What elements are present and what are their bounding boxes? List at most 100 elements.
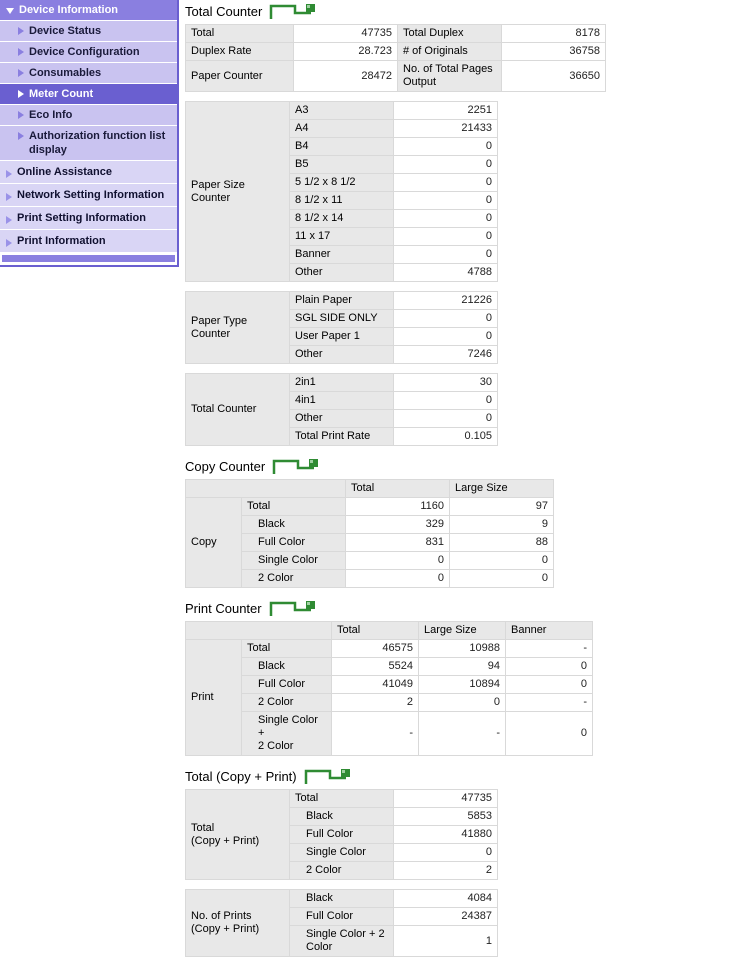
cell-value: 0 <box>393 137 498 156</box>
cell-value: 0 <box>505 675 593 694</box>
cell-value: 0 <box>505 711 593 756</box>
cell-label: Total Duplex <box>397 24 502 43</box>
cell-label: 11 x 17 <box>289 227 394 246</box>
table-row: Black 329 9 <box>186 515 554 534</box>
section-title: Copy Counter <box>185 458 266 474</box>
print-counter-table: Total Large Size Banner Print Total 46575 109… <box>185 621 593 756</box>
table-row: Paper Size Counter A3 2251 <box>185 101 498 282</box>
row-header-label: Total Counter <box>185 373 290 446</box>
sidebar-item-label: Network Setting Information <box>17 189 165 201</box>
cell-value: 97 <box>449 497 554 516</box>
column-header: Total <box>345 479 450 498</box>
cell-value: 0 <box>393 843 498 862</box>
section-title: Total (Copy + Print) <box>185 768 297 784</box>
copy-counter-table: Total Large Size Copy Total 1160 97 Black 329 9… <box>185 479 554 588</box>
cell-label: Total <box>241 497 346 516</box>
cell-value: 0 <box>393 173 498 192</box>
paper-size-counter-table: Paper Size Counter A3 2251 A4 21433 B4 0 B5 0 5 1… <box>185 101 498 282</box>
cell-value: 0 <box>393 327 498 346</box>
cell-label: Full Color <box>289 907 394 926</box>
cell-value: 0 <box>449 569 554 588</box>
sidebar-item-print-information[interactable]: Print Information <box>0 230 177 253</box>
sidebar-item-label: Meter Count <box>29 88 94 100</box>
cell-value: 5853 <box>393 807 498 826</box>
cell-value: - <box>505 639 593 658</box>
green-flag-bracket-icon <box>269 601 315 616</box>
sidebar-item-device-configuration[interactable]: Device Configuration <box>0 42 177 63</box>
cell-label: No. of Total Pages Output <box>397 60 502 92</box>
table-row: 2 Color 2 0- <box>186 693 593 712</box>
cell-value: 5524 <box>331 657 419 676</box>
cell-value: 0 <box>393 309 498 328</box>
cell-value: - <box>331 711 419 756</box>
cell-label: 4in1 <box>289 391 394 410</box>
section-heading-copy-counter: Copy Counter <box>185 455 745 477</box>
sidebar-item-device-status[interactable]: Device Status <box>0 21 177 42</box>
triangle-right-icon <box>6 215 12 224</box>
meter-count-content: Total Counter Total 47735 Total Duplex 8… <box>185 0 745 966</box>
cell-value: 1 <box>393 925 498 957</box>
sidebar-item-network-setting-information[interactable]: Network Setting Information <box>0 184 177 207</box>
total-counter-table: Total 47735 Total Duplex 8178 Duplex Rat… <box>185 24 606 92</box>
total-copy-print-table: Total (Copy + Print) Total 47735 Black 5853 F… <box>185 789 498 880</box>
table-header-row: Total Large Size <box>185 479 554 498</box>
cell-label: 2 Color <box>289 861 394 880</box>
sidebar-item-online-assistance[interactable]: Online Assistance <box>0 161 177 184</box>
table-row: Total (Copy + Print) Total 47735 <box>185 789 498 880</box>
triangle-right-icon <box>18 111 24 119</box>
cell-label: Black <box>241 657 332 676</box>
column-header: Banner <box>505 621 593 640</box>
cell-label: Total Print Rate <box>289 427 394 446</box>
cell-value: 47735 <box>393 789 498 808</box>
cell-label: Paper Counter <box>185 60 294 92</box>
cell-value: 831 <box>345 533 450 552</box>
cell-label: Plain Paper <box>289 291 394 310</box>
section-heading-total-copy-print: Total (Copy + Print) <box>185 765 745 787</box>
table-header-row: Total Large Size Banner <box>185 621 593 640</box>
sidebar-item-meter-count[interactable]: Meter Count <box>0 84 177 105</box>
table-row: Copy Total 1160 97 <box>185 497 554 588</box>
total-counter-nup-table: Total Counter 2in1 30 4in1 0 Other 0 Total Prin… <box>185 373 498 446</box>
triangle-right-icon <box>18 90 24 98</box>
cell-label: 2 Color <box>241 569 346 588</box>
cell-value: 4084 <box>393 889 498 908</box>
cell-value: - <box>505 693 593 712</box>
cell-label: Duplex Rate <box>185 42 294 61</box>
triangle-right-icon <box>6 169 12 178</box>
row-header-label: Print <box>185 639 242 756</box>
table-row: Print Total 46575 10988- <box>185 639 593 756</box>
table-row: Single Color 0 0 <box>186 551 554 570</box>
sidebar-item-print-setting-information[interactable]: Print Setting Information <box>0 207 177 230</box>
cell-value: 10988 <box>418 639 506 658</box>
column-header: Total <box>331 621 419 640</box>
cell-label: # of Originals <box>397 42 502 61</box>
sidebar-item-label: Authorization function list display <box>29 130 166 156</box>
cell-value: 94 <box>418 657 506 676</box>
sidebar-item-consumables[interactable]: Consumables <box>0 63 177 84</box>
cell-value: 46575 <box>331 639 419 658</box>
cell-value: 7246 <box>393 345 498 364</box>
section-heading-total-counter: Total Counter <box>185 0 745 22</box>
sidebar-item-label: Device Configuration <box>29 46 140 58</box>
cell-value: 0 <box>505 657 593 676</box>
cell-value: 4788 <box>393 263 498 282</box>
sidebar-item-eco-info[interactable]: Eco Info <box>0 105 177 126</box>
cell-value: 21433 <box>393 119 498 138</box>
cell-label: Total <box>185 24 294 43</box>
cell-value: 30 <box>393 373 498 392</box>
triangle-right-icon <box>18 27 24 35</box>
row-header-label: Paper Size Counter <box>185 101 290 282</box>
table-row: 2 Color 0 0 <box>186 569 554 588</box>
cell-label: 5 1/2 x 8 1/2 <box>289 173 394 192</box>
sidebar-item-authorization-function-list-display[interactable]: Authorization function list display <box>0 126 177 161</box>
cell-value: 0 <box>393 245 498 264</box>
cell-value: - <box>418 711 506 756</box>
row-header-label: Total (Copy + Print) <box>185 789 290 880</box>
sidebar-item-device-information[interactable]: Device Information <box>0 0 177 21</box>
cell-label: Black <box>241 515 346 534</box>
green-flag-bracket-icon <box>270 4 316 19</box>
cell-value: 0 <box>345 551 450 570</box>
sidebar-item-label: Online Assistance <box>17 166 112 178</box>
cell-label: Other <box>289 263 394 282</box>
sidebar-item-label: Consumables <box>29 67 102 79</box>
